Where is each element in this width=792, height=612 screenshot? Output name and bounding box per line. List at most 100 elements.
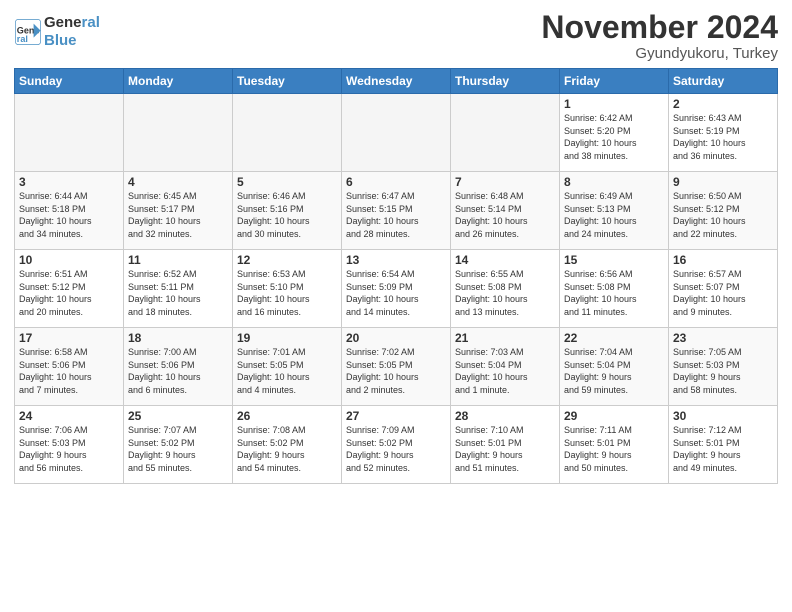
svg-text:ral: ral: [17, 34, 28, 44]
day-number: 12: [237, 253, 337, 267]
header: Gene ral General Blue November 2024 Gyun…: [14, 10, 778, 62]
calendar-cell: 7Sunrise: 6:48 AMSunset: 5:14 PMDaylight…: [451, 172, 560, 250]
day-number: 25: [128, 409, 228, 423]
col-header-tuesday: Tuesday: [233, 69, 342, 94]
calendar-cell: 15Sunrise: 6:56 AMSunset: 5:08 PMDayligh…: [560, 250, 669, 328]
day-info: Sunrise: 7:12 AMSunset: 5:01 PMDaylight:…: [673, 424, 773, 474]
day-number: 8: [564, 175, 664, 189]
calendar-cell: 13Sunrise: 6:54 AMSunset: 5:09 PMDayligh…: [342, 250, 451, 328]
week-row-2: 3Sunrise: 6:44 AMSunset: 5:18 PMDaylight…: [15, 172, 778, 250]
calendar-cell: 1Sunrise: 6:42 AMSunset: 5:20 PMDaylight…: [560, 94, 669, 172]
day-info: Sunrise: 7:06 AMSunset: 5:03 PMDaylight:…: [19, 424, 119, 474]
col-header-friday: Friday: [560, 69, 669, 94]
calendar-cell: [451, 94, 560, 172]
day-info: Sunrise: 6:58 AMSunset: 5:06 PMDaylight:…: [19, 346, 119, 396]
calendar-cell: 20Sunrise: 7:02 AMSunset: 5:05 PMDayligh…: [342, 328, 451, 406]
day-info: Sunrise: 6:51 AMSunset: 5:12 PMDaylight:…: [19, 268, 119, 318]
day-info: Sunrise: 6:54 AMSunset: 5:09 PMDaylight:…: [346, 268, 446, 318]
calendar-header-row: SundayMondayTuesdayWednesdayThursdayFrid…: [15, 69, 778, 94]
logo: Gene ral General Blue: [14, 14, 100, 50]
logo-line1: General: [44, 14, 100, 32]
day-number: 6: [346, 175, 446, 189]
calendar-cell: 18Sunrise: 7:00 AMSunset: 5:06 PMDayligh…: [124, 328, 233, 406]
day-number: 28: [455, 409, 555, 423]
day-number: 19: [237, 331, 337, 345]
day-number: 27: [346, 409, 446, 423]
col-header-thursday: Thursday: [451, 69, 560, 94]
col-header-sunday: Sunday: [15, 69, 124, 94]
day-info: Sunrise: 7:00 AMSunset: 5:06 PMDaylight:…: [128, 346, 228, 396]
day-number: 24: [19, 409, 119, 423]
month-title: November 2024: [541, 10, 778, 45]
calendar-cell: 9Sunrise: 6:50 AMSunset: 5:12 PMDaylight…: [669, 172, 778, 250]
day-number: 4: [128, 175, 228, 189]
day-info: Sunrise: 6:53 AMSunset: 5:10 PMDaylight:…: [237, 268, 337, 318]
calendar-cell: 4Sunrise: 6:45 AMSunset: 5:17 PMDaylight…: [124, 172, 233, 250]
day-number: 3: [19, 175, 119, 189]
day-number: 29: [564, 409, 664, 423]
calendar-cell: 23Sunrise: 7:05 AMSunset: 5:03 PMDayligh…: [669, 328, 778, 406]
day-info: Sunrise: 6:45 AMSunset: 5:17 PMDaylight:…: [128, 190, 228, 240]
day-number: 11: [128, 253, 228, 267]
day-number: 14: [455, 253, 555, 267]
calendar-cell: [233, 94, 342, 172]
calendar-cell: 24Sunrise: 7:06 AMSunset: 5:03 PMDayligh…: [15, 406, 124, 484]
page-container: Gene ral General Blue November 2024 Gyun…: [0, 0, 792, 490]
day-number: 18: [128, 331, 228, 345]
day-info: Sunrise: 6:49 AMSunset: 5:13 PMDaylight:…: [564, 190, 664, 240]
day-number: 20: [346, 331, 446, 345]
calendar-cell: 3Sunrise: 6:44 AMSunset: 5:18 PMDaylight…: [15, 172, 124, 250]
day-number: 22: [564, 331, 664, 345]
day-number: 23: [673, 331, 773, 345]
day-number: 2: [673, 97, 773, 111]
logo-icon: Gene ral: [14, 18, 42, 46]
calendar-cell: 6Sunrise: 6:47 AMSunset: 5:15 PMDaylight…: [342, 172, 451, 250]
calendar-cell: 28Sunrise: 7:10 AMSunset: 5:01 PMDayligh…: [451, 406, 560, 484]
day-info: Sunrise: 7:05 AMSunset: 5:03 PMDaylight:…: [673, 346, 773, 396]
location: Gyundyukoru, Turkey: [541, 45, 778, 62]
calendar-cell: 29Sunrise: 7:11 AMSunset: 5:01 PMDayligh…: [560, 406, 669, 484]
day-number: 5: [237, 175, 337, 189]
calendar-cell: 16Sunrise: 6:57 AMSunset: 5:07 PMDayligh…: [669, 250, 778, 328]
day-info: Sunrise: 7:09 AMSunset: 5:02 PMDaylight:…: [346, 424, 446, 474]
day-number: 9: [673, 175, 773, 189]
calendar-cell: 21Sunrise: 7:03 AMSunset: 5:04 PMDayligh…: [451, 328, 560, 406]
day-info: Sunrise: 6:43 AMSunset: 5:19 PMDaylight:…: [673, 112, 773, 162]
col-header-saturday: Saturday: [669, 69, 778, 94]
day-number: 17: [19, 331, 119, 345]
day-info: Sunrise: 7:04 AMSunset: 5:04 PMDaylight:…: [564, 346, 664, 396]
logo-line2: Blue: [44, 32, 100, 50]
calendar-cell: 30Sunrise: 7:12 AMSunset: 5:01 PMDayligh…: [669, 406, 778, 484]
day-info: Sunrise: 7:02 AMSunset: 5:05 PMDaylight:…: [346, 346, 446, 396]
calendar-cell: 11Sunrise: 6:52 AMSunset: 5:11 PMDayligh…: [124, 250, 233, 328]
day-info: Sunrise: 6:47 AMSunset: 5:15 PMDaylight:…: [346, 190, 446, 240]
calendar-cell: [15, 94, 124, 172]
calendar-cell: 22Sunrise: 7:04 AMSunset: 5:04 PMDayligh…: [560, 328, 669, 406]
week-row-4: 17Sunrise: 6:58 AMSunset: 5:06 PMDayligh…: [15, 328, 778, 406]
day-number: 7: [455, 175, 555, 189]
day-number: 10: [19, 253, 119, 267]
day-info: Sunrise: 7:01 AMSunset: 5:05 PMDaylight:…: [237, 346, 337, 396]
day-info: Sunrise: 7:07 AMSunset: 5:02 PMDaylight:…: [128, 424, 228, 474]
col-header-monday: Monday: [124, 69, 233, 94]
week-row-1: 1Sunrise: 6:42 AMSunset: 5:20 PMDaylight…: [15, 94, 778, 172]
day-info: Sunrise: 6:50 AMSunset: 5:12 PMDaylight:…: [673, 190, 773, 240]
day-info: Sunrise: 6:55 AMSunset: 5:08 PMDaylight:…: [455, 268, 555, 318]
calendar-cell: 5Sunrise: 6:46 AMSunset: 5:16 PMDaylight…: [233, 172, 342, 250]
day-info: Sunrise: 7:08 AMSunset: 5:02 PMDaylight:…: [237, 424, 337, 474]
day-number: 1: [564, 97, 664, 111]
calendar-cell: 25Sunrise: 7:07 AMSunset: 5:02 PMDayligh…: [124, 406, 233, 484]
calendar-cell: [342, 94, 451, 172]
day-info: Sunrise: 6:52 AMSunset: 5:11 PMDaylight:…: [128, 268, 228, 318]
col-header-wednesday: Wednesday: [342, 69, 451, 94]
calendar: SundayMondayTuesdayWednesdayThursdayFrid…: [14, 68, 778, 484]
day-info: Sunrise: 6:57 AMSunset: 5:07 PMDaylight:…: [673, 268, 773, 318]
week-row-3: 10Sunrise: 6:51 AMSunset: 5:12 PMDayligh…: [15, 250, 778, 328]
day-info: Sunrise: 7:03 AMSunset: 5:04 PMDaylight:…: [455, 346, 555, 396]
calendar-cell: 2Sunrise: 6:43 AMSunset: 5:19 PMDaylight…: [669, 94, 778, 172]
calendar-cell: 27Sunrise: 7:09 AMSunset: 5:02 PMDayligh…: [342, 406, 451, 484]
day-number: 13: [346, 253, 446, 267]
day-info: Sunrise: 7:10 AMSunset: 5:01 PMDaylight:…: [455, 424, 555, 474]
calendar-cell: 8Sunrise: 6:49 AMSunset: 5:13 PMDaylight…: [560, 172, 669, 250]
day-number: 21: [455, 331, 555, 345]
